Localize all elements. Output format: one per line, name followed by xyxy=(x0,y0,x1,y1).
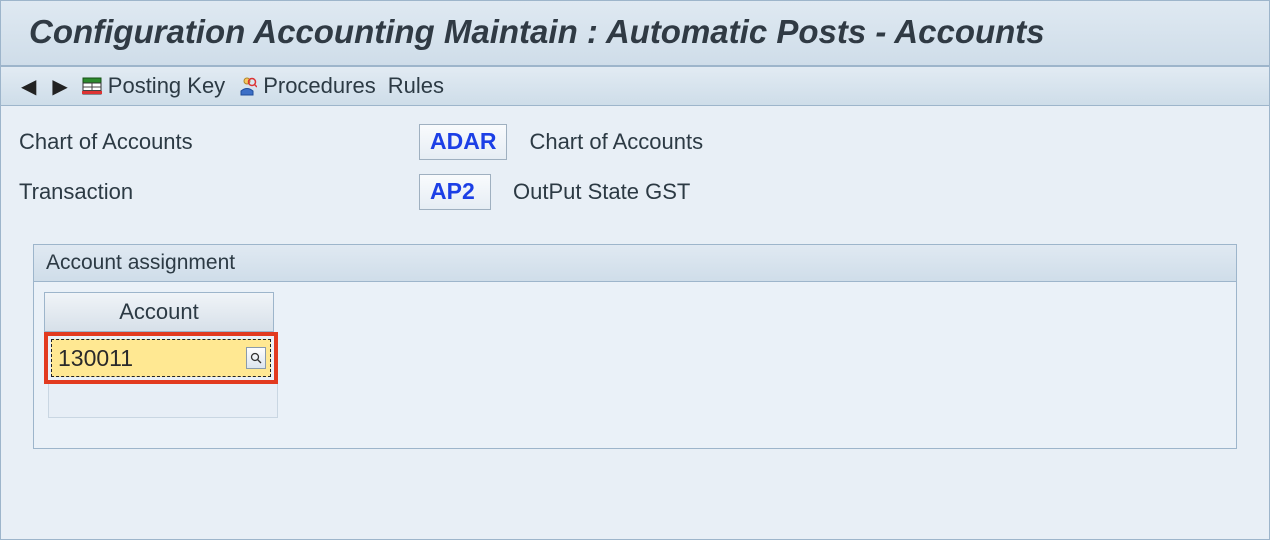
rules-button[interactable]: Rules xyxy=(388,73,444,99)
nav-next-icon[interactable]: ▶ xyxy=(50,74,69,99)
account-grid: Account 130011 xyxy=(34,282,1236,448)
chart-of-accounts-code[interactable]: ADAR xyxy=(419,124,507,160)
transaction-code[interactable]: AP2 xyxy=(419,174,491,210)
table-row: 130011 xyxy=(44,332,1226,384)
nav-prev-icon[interactable]: ◀ xyxy=(19,74,38,99)
form-area: Chart of Accounts ADAR Chart of Accounts… xyxy=(1,106,1269,449)
chart-of-accounts-row: Chart of Accounts ADAR Chart of Accounts xyxy=(19,124,1251,160)
toolbar: ◀ ▶ Posting Key xyxy=(1,67,1269,106)
value-help-button[interactable] xyxy=(246,347,266,369)
page-title: Configuration Accounting Maintain : Auto… xyxy=(29,13,1241,51)
account-cell-highlight: 130011 xyxy=(44,332,278,384)
posting-key-label: Posting Key xyxy=(108,73,225,99)
person-view-icon xyxy=(237,76,257,96)
chart-of-accounts-desc: Chart of Accounts xyxy=(529,129,703,155)
account-input[interactable]: 130011 xyxy=(56,345,246,372)
search-icon xyxy=(250,352,262,364)
empty-row[interactable] xyxy=(48,384,278,418)
procedures-label: Procedures xyxy=(263,73,376,99)
sap-window: Configuration Accounting Maintain : Auto… xyxy=(0,0,1270,540)
account-assignment-panel: Account assignment Account 130011 xyxy=(33,244,1237,449)
title-bar: Configuration Accounting Maintain : Auto… xyxy=(1,1,1269,67)
account-assignment-header: Account assignment xyxy=(34,245,1236,282)
account-column-header[interactable]: Account xyxy=(44,292,274,332)
transaction-desc: OutPut State GST xyxy=(513,179,690,205)
grid-icon xyxy=(82,76,102,96)
chart-of-accounts-label: Chart of Accounts xyxy=(19,129,419,155)
posting-key-button[interactable]: Posting Key xyxy=(82,73,225,99)
account-input-wrapper: 130011 xyxy=(51,339,271,377)
transaction-row: Transaction AP2 OutPut State GST xyxy=(19,174,1251,210)
procedures-button[interactable]: Procedures xyxy=(237,73,376,99)
transaction-label: Transaction xyxy=(19,179,419,205)
